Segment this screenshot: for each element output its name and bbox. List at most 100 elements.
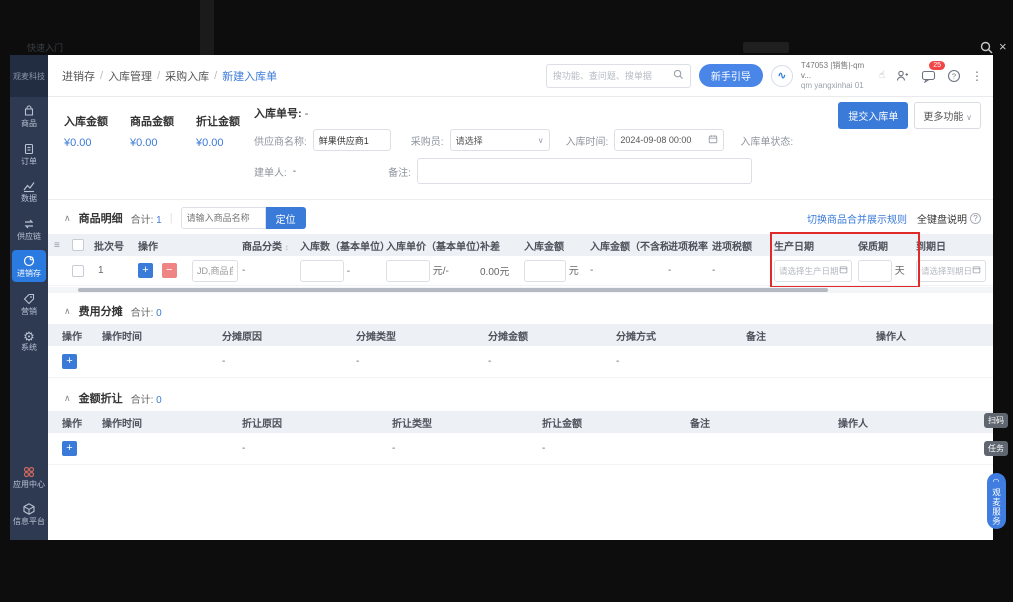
help-circle-icon: ? xyxy=(970,212,981,224)
locate-button[interactable]: 定位 xyxy=(265,207,306,229)
sidebar-item-info-platform[interactable]: 信息平台 xyxy=(12,498,46,530)
customer-service-tab[interactable]: ◠ 观麦服务 xyxy=(987,473,1006,529)
sidebar-item-app-center[interactable]: 应用中心 xyxy=(12,461,46,493)
sidebar-item-jxc-active[interactable]: 进销存 xyxy=(12,250,46,282)
order-doc-icon xyxy=(12,142,46,156)
col-due-date: 到期日 xyxy=(916,241,946,253)
col-bucha: 补差 xyxy=(480,241,500,253)
window-close-icon[interactable]: × xyxy=(999,39,1007,54)
stat-discount-amount: 折让金额 ¥0.00 xyxy=(196,116,240,149)
remark-label: 备注: xyxy=(388,167,411,179)
messages-icon[interactable]: 25 xyxy=(919,60,945,85)
row-checkbox[interactable] xyxy=(72,264,84,277)
discount-section-header: ∧ 金额折让 合计: 0 xyxy=(48,378,993,411)
collapse-caret-icon[interactable]: ∧ xyxy=(64,213,71,224)
more-actions-button[interactable]: 更多功能 ∨ xyxy=(914,102,981,129)
sidebar: 观麦科技 商品 订单 数据 供应链 进销存 营销 ⚙ 系统 应用中心 信息平台 xyxy=(10,55,48,540)
price-input[interactable] xyxy=(386,259,430,282)
chat-bubble-icon: ◠ xyxy=(992,476,1001,486)
submit-inbound-button[interactable]: 提交入库单 xyxy=(838,102,909,129)
breadcrumb-new-inbound-order: 新建入库单 xyxy=(222,70,278,83)
task-tab[interactable]: 任务 xyxy=(984,441,1008,456)
global-search xyxy=(545,63,691,88)
window-search-icon[interactable] xyxy=(980,41,994,55)
order-status-label: 入库单状态: xyxy=(740,136,794,148)
col-category[interactable]: 商品分类 ↕ xyxy=(242,238,300,253)
select-all-checkbox[interactable] xyxy=(72,239,84,251)
order-no-value: - xyxy=(304,108,309,120)
amount-input[interactable] xyxy=(524,259,566,282)
avatar[interactable]: ∿ xyxy=(770,64,793,87)
scan-code-tab[interactable]: 扫码 xyxy=(984,413,1008,428)
col-tax-rate: 进项税率 xyxy=(668,241,708,253)
order-no-label: 入库单号: xyxy=(254,108,302,120)
col-shelf-life: 保质期 xyxy=(858,241,888,253)
buyer-label: 采购员: xyxy=(410,136,444,148)
switch-merge-rule-link[interactable]: 切换商品合并展示规则 xyxy=(807,211,907,226)
message-count-badge: 25 xyxy=(929,60,945,70)
help-icon[interactable]: ? xyxy=(945,67,963,85)
calendar-icon xyxy=(839,265,848,276)
col-batch: 批次号 xyxy=(94,241,124,253)
qty-input[interactable] xyxy=(300,259,344,282)
drag-handle-icon: ≡ xyxy=(54,239,60,251)
hand-icon[interactable]: ☝ xyxy=(879,70,885,81)
cost-total-count: 0 xyxy=(156,307,162,319)
product-table-header: ≡ 批次号 操作 商品分类 ↕ 入库数（基本单位） ? 入库单价（基本单位） ?… xyxy=(48,234,993,256)
price-unit: 元/- xyxy=(432,265,449,277)
global-search-input[interactable] xyxy=(552,70,669,81)
product-total-count: 1 xyxy=(156,214,162,226)
add-row-button[interactable]: + xyxy=(138,263,153,278)
supplier-input[interactable] xyxy=(312,129,391,151)
due-date-picker[interactable]: 请选择到期日 xyxy=(916,259,986,282)
calendar-icon xyxy=(972,265,981,276)
buyer-select[interactable]: 请选择 ∨ xyxy=(449,129,550,151)
goods-bag-icon xyxy=(12,104,46,118)
prod-date-picker[interactable]: 请选择生产日期 xyxy=(774,259,852,282)
add-discount-button[interactable]: + xyxy=(62,441,77,456)
discount-section-title: 金额折让 xyxy=(78,393,123,405)
remark-textarea[interactable] xyxy=(416,158,752,184)
discount-table-row: + − - - - xyxy=(48,433,993,465)
cost-section-header: ∧ 费用分摊 合计: 0 xyxy=(48,293,993,324)
discount-table: 操作 操作时间 折让原因 折让类型 折让金额 备注 操作人 + − - - - xyxy=(48,411,993,465)
collapse-caret-icon[interactable]: ∧ xyxy=(64,306,71,317)
newbie-guide-button[interactable]: 新手引导 xyxy=(698,64,763,87)
cube-icon xyxy=(12,502,46,516)
discount-total-count: 0 xyxy=(156,394,162,406)
category-value: - xyxy=(242,265,246,276)
scrollbar-thumb[interactable] xyxy=(78,288,828,292)
col-prod-date: 生产日期 xyxy=(774,241,814,253)
search-icon[interactable] xyxy=(673,67,684,85)
breadcrumb-purchase-inbound[interactable]: 采购入库 xyxy=(165,68,209,84)
add-cost-button[interactable]: + xyxy=(62,354,77,369)
remove-row-button[interactable]: − xyxy=(161,263,177,278)
sidebar-item-marketing[interactable]: 营销 xyxy=(12,288,46,320)
breadcrumb-inbound-mgmt[interactable]: 入库管理 xyxy=(108,68,152,84)
col-amount-notax: 入库金额（不含税） xyxy=(590,241,668,253)
sidebar-item-orders[interactable]: 订单 xyxy=(12,138,46,170)
sidebar-item-data[interactable]: 数据 xyxy=(12,175,46,207)
breadcrumb-jxc[interactable]: 进销存 xyxy=(62,68,95,84)
product-name-search-input[interactable] xyxy=(180,207,266,229)
chevron-down-icon: ∨ xyxy=(537,135,544,145)
amount-unit: 元 xyxy=(568,265,579,277)
stat-inbound-amount: 入库金额 ¥0.00 xyxy=(64,116,108,149)
cost-table: 操作 操作时间 分摊原因 分摊类型 分摊金额 分摊方式 备注 操作人 + − -… xyxy=(48,324,993,378)
product-section-header: ∧ 商品明细 合计: 1 | 定位 切换商品合并展示规则 全键盘说明 ? xyxy=(48,200,993,234)
background-band xyxy=(200,0,214,55)
keyboard-help-link[interactable]: 全键盘说明 ? xyxy=(917,211,981,226)
sidebar-item-supply-chain[interactable]: 供应链 xyxy=(12,213,46,245)
app-grid-icon xyxy=(12,465,46,479)
product-name-input[interactable] xyxy=(192,259,238,282)
invite-user-icon[interactable] xyxy=(893,67,911,85)
app-logo: 观麦科技 xyxy=(10,55,48,97)
kebab-menu-icon[interactable]: ⋮ xyxy=(971,69,983,83)
inbound-time-picker[interactable]: 2024-09-08 00:00 xyxy=(614,129,725,151)
bucha-value: 0.00元 xyxy=(480,267,510,278)
sidebar-item-system[interactable]: ⚙ 系统 xyxy=(12,326,46,356)
sidebar-item-goods[interactable]: 商品 xyxy=(12,100,46,132)
shelf-life-input[interactable] xyxy=(858,259,892,282)
collapse-caret-icon[interactable]: ∧ xyxy=(64,393,71,404)
